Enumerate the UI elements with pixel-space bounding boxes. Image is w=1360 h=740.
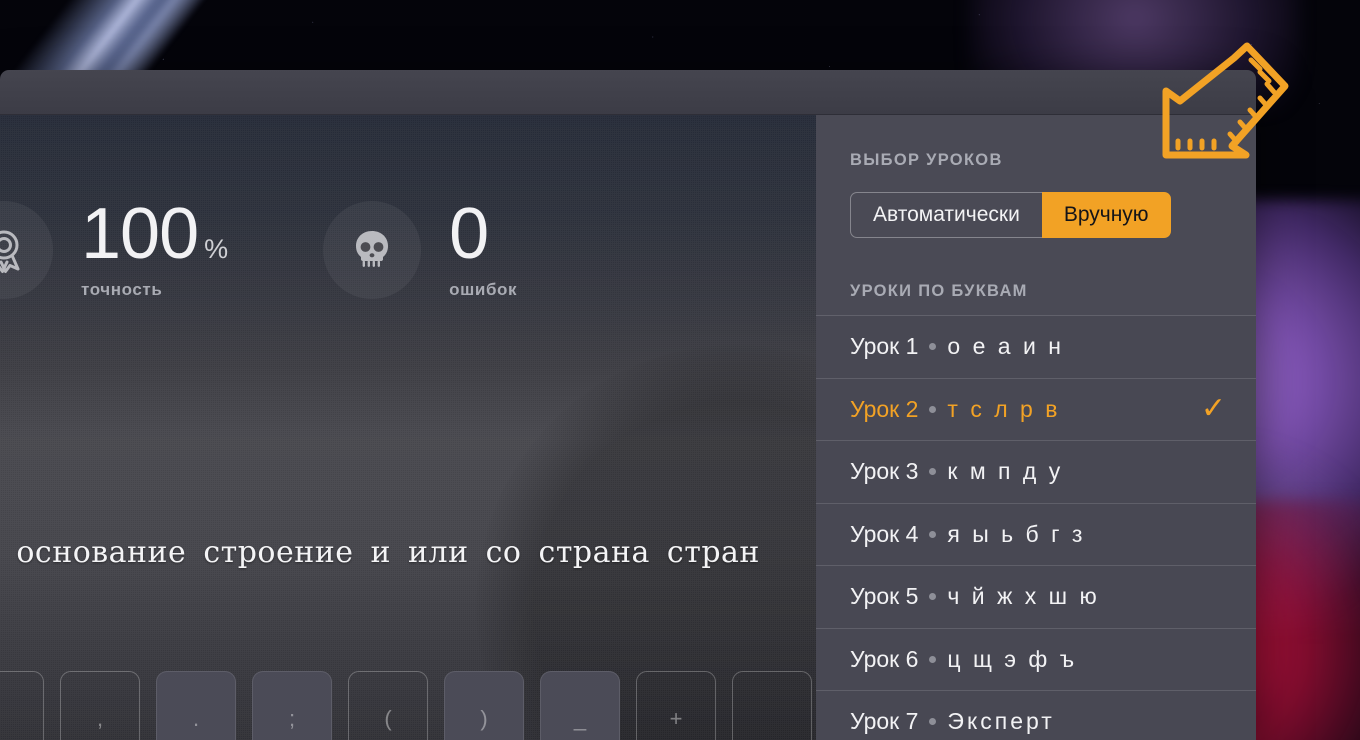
accuracy-unit: % bbox=[204, 234, 228, 264]
lesson-panel: ВЫБОР УРОКОВ Автоматически Вручную УРОКИ… bbox=[816, 115, 1256, 740]
typing-practice-area: 100% точность 0 ошибок с основание строе… bbox=[0, 115, 816, 740]
errors-orb bbox=[323, 201, 422, 300]
lesson-row[interactable]: Урок 7Эксперт✓ bbox=[816, 691, 1256, 740]
keyboard-key[interactable]: . bbox=[156, 671, 236, 740]
lesson-keys: т с л р в bbox=[947, 395, 1061, 422]
lesson-keys: о е а и н bbox=[947, 333, 1064, 360]
accuracy-value: 100 bbox=[81, 194, 199, 274]
lesson-separator-dot-icon bbox=[929, 468, 937, 476]
keyboard-key-label: , bbox=[96, 706, 104, 731]
keyboard-key[interactable]: + bbox=[636, 671, 716, 740]
errors-value: 0 bbox=[449, 194, 489, 274]
lesson-separator-dot-icon bbox=[929, 343, 937, 351]
lesson-row[interactable]: Урок 2 т с л р в ✓ bbox=[816, 378, 1256, 441]
accuracy-value-wrap: 100% bbox=[81, 198, 228, 270]
lesson-selection-header: ВЫБОР УРОКОВ bbox=[850, 151, 1003, 169]
lesson-name: Урок 3 bbox=[850, 458, 919, 485]
keyboard-key-label: _ bbox=[573, 706, 587, 731]
lesson-row[interactable]: Урок 6ц щ э ф ъ✓ bbox=[816, 628, 1256, 691]
skull-icon bbox=[347, 225, 397, 275]
accuracy-label: точность bbox=[81, 280, 163, 300]
lesson-separator-dot-icon bbox=[929, 530, 937, 538]
lesson-name: Урок 7 bbox=[850, 708, 919, 735]
stat-accuracy: 100% точность bbox=[0, 198, 228, 300]
lesson-name: Урок 2 bbox=[850, 395, 919, 422]
lesson-separator-dot-icon bbox=[929, 593, 937, 601]
app-body: 100% точность 0 ошибок с основание строе… bbox=[0, 115, 1256, 740]
keyboard-key[interactable]: ( bbox=[348, 671, 428, 740]
toggle-option-automatic[interactable]: Автоматически bbox=[850, 192, 1042, 238]
lesson-row[interactable]: Урок 1о е а и н✓ bbox=[816, 316, 1256, 379]
lesson-selection-section: ВЫБОР УРОКОВ Автоматически Вручную bbox=[816, 115, 1256, 238]
lesson-separator-dot-icon bbox=[929, 655, 937, 663]
lesson-list: Урок 1 о е а и н ✓Урок 2 т с л р в ✓ Урок 3 к … bbox=[816, 315, 1256, 740]
lesson-row[interactable]: Урок 3к м п д у✓ bbox=[816, 441, 1256, 504]
lesson-keys: к м п д у bbox=[947, 458, 1064, 485]
accuracy-orb bbox=[0, 201, 53, 300]
app-window: 100% точность 0 ошибок с основание строе… bbox=[0, 70, 1256, 740]
keyboard-key[interactable] bbox=[0, 671, 44, 740]
stats-row: 100% точность 0 ошибок bbox=[0, 198, 816, 300]
lesson-keys: я ы ь б г з bbox=[947, 520, 1086, 547]
lesson-mode-toggle[interactable]: Автоматически Вручную bbox=[850, 192, 1171, 238]
lesson-name: Урок 4 bbox=[850, 520, 919, 547]
errors-label: ошибок bbox=[449, 280, 518, 300]
lesson-separator-dot-icon bbox=[929, 405, 937, 413]
lesson-keys: ч й ж х ш ю bbox=[947, 583, 1100, 610]
lesson-keys: Эксперт bbox=[947, 708, 1055, 735]
checkmark-icon: ✓ bbox=[1200, 392, 1226, 426]
stat-errors: 0 ошибок bbox=[323, 198, 518, 300]
letter-lessons-section: УРОКИ ПО БУКВАМ bbox=[816, 238, 1256, 315]
typing-text-line: с основание строение и или со страна стр… bbox=[0, 535, 760, 570]
lesson-keys: ц щ э ф ъ bbox=[947, 645, 1078, 672]
lesson-name: Урок 5 bbox=[850, 583, 919, 610]
lesson-row[interactable]: Урок 4я ы ь б г з✓ bbox=[816, 503, 1256, 566]
lesson-name: Урок 1 bbox=[850, 333, 919, 360]
keyboard-key[interactable]: _ bbox=[540, 671, 620, 740]
lesson-name: Урок 6 bbox=[850, 645, 919, 672]
errors-text: 0 ошибок bbox=[449, 198, 518, 300]
toggle-option-manual[interactable]: Вручную bbox=[1041, 192, 1171, 238]
lesson-row[interactable]: Урок 5ч й ж х ш ю✓ bbox=[816, 566, 1256, 629]
keyboard-key-label: . bbox=[192, 706, 200, 731]
errors-value-wrap: 0 bbox=[449, 198, 517, 270]
accuracy-text: 100% точность bbox=[81, 198, 228, 300]
keyboard-key-label: ; bbox=[288, 706, 296, 731]
virtual-keyboard[interactable]: ,.; () _ + bbox=[0, 671, 812, 740]
keyboard-key[interactable]: ) bbox=[444, 671, 524, 740]
keyboard-key-label: ( bbox=[384, 706, 392, 731]
keyboard-key[interactable]: , bbox=[60, 671, 140, 740]
letter-lessons-header: УРОКИ ПО БУКВАМ bbox=[850, 282, 1028, 300]
window-titlebar[interactable] bbox=[0, 70, 1256, 115]
keyboard-key-label: + bbox=[669, 706, 683, 731]
keyboard-key-label: ) bbox=[480, 706, 488, 731]
award-icon bbox=[0, 224, 30, 276]
lesson-separator-dot-icon bbox=[929, 718, 937, 726]
keyboard-key[interactable] bbox=[732, 671, 812, 740]
keyboard-key[interactable]: ; bbox=[252, 671, 332, 740]
